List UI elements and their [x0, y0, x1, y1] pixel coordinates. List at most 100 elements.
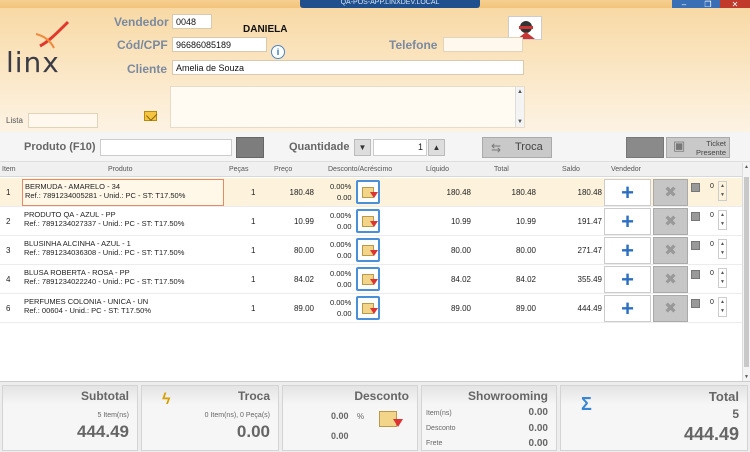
produto-search-button[interactable]	[236, 137, 264, 158]
total-count: 5	[732, 407, 739, 421]
row-checkbox[interactable]	[691, 241, 700, 250]
row-stepper[interactable]: ▲ ▼	[718, 268, 727, 288]
table-row[interactable]: 3 BLUSINHA ALCINHA - AZUL - 1 Ref.: 789123…	[0, 236, 742, 265]
row-product[interactable]: BLUSA ROBERTA - ROSA - PP Ref.: 789123402…	[22, 266, 224, 293]
discount-icon[interactable]	[377, 407, 407, 431]
row-desc-pct: 0.00%	[330, 182, 352, 191]
table-row[interactable]: 1 BERMUDA - AMARELO - 34 Ref.: 78912340052…	[0, 178, 742, 207]
row-preco: 89.00	[293, 304, 314, 313]
telefone-label: Telefone	[389, 38, 438, 52]
table-row[interactable]: 2 PRODUTO QA - AZUL - PP Ref.: 78912340273…	[0, 207, 742, 236]
delete-icon[interactable]: ✖	[653, 295, 688, 322]
row-item-number: 3	[6, 246, 11, 255]
row-pecas: 1	[251, 246, 256, 255]
table-row[interactable]: 4 BLUSA ROBERTA - ROSA - PP Ref.: 78912340…	[0, 265, 742, 294]
row-product[interactable]: BLUSINHA ALCINHA - AZUL - 1 Ref.: 7891234…	[22, 237, 224, 264]
col-produto: Produto	[108, 166, 133, 173]
delete-icon[interactable]: ✖	[653, 237, 688, 264]
row-liquido: 180.48	[446, 188, 471, 197]
scroll-up-icon[interactable]: ▲	[517, 89, 523, 95]
row-liquido: 89.00	[450, 304, 471, 313]
troca-button[interactable]: ⇆ Troca	[482, 137, 552, 158]
delete-icon[interactable]: ✖	[653, 179, 688, 206]
row-stepper[interactable]: ▲ ▼	[718, 210, 727, 230]
row-mini-value: 0	[710, 183, 714, 190]
quantity-increase-button[interactable]: ▲	[428, 139, 445, 156]
row-mini-value: 0	[710, 270, 714, 277]
table-row[interactable]: 6 PERFUMES COLONIA - UNICA - UN Ref.: 0060…	[0, 294, 742, 323]
mail-icon[interactable]	[144, 111, 157, 121]
row-checkbox[interactable]	[691, 270, 700, 279]
add-icon[interactable]: +	[604, 179, 651, 206]
row-preco: 10.99	[293, 217, 314, 226]
linx-logo: linx	[6, 46, 60, 79]
discount-icon[interactable]	[356, 180, 380, 204]
showrooming-item-label: Item(ns)	[426, 410, 452, 417]
blank-action-button[interactable]	[626, 137, 664, 158]
discount-icon[interactable]	[356, 296, 380, 320]
row-saldo: 180.48	[577, 188, 602, 197]
troca-title: Troca	[237, 389, 270, 403]
showrooming-item-value: 0.00	[528, 407, 548, 418]
notes-scrollbar[interactable]: ▲ ▼	[515, 87, 524, 127]
discount-icon[interactable]	[356, 238, 380, 262]
telefone-field[interactable]	[443, 37, 523, 52]
produto-input[interactable]	[100, 139, 232, 156]
discount-icon[interactable]	[356, 209, 380, 233]
table-scrollbar[interactable]: ▲ ▼	[742, 163, 750, 381]
row-desc-value: 0.00	[337, 193, 352, 202]
cpf-field[interactable]: 96686085189	[172, 37, 267, 52]
row-product[interactable]: PRODUTO QA - AZUL - PP Ref.: 789123402733…	[22, 208, 224, 235]
row-product[interactable]: PERFUMES COLONIA - UNICA - UN Ref.: 00604…	[22, 295, 224, 322]
col-saldo: Saldo	[562, 166, 580, 173]
troca-items: 0 Item(ns), 0 Peça(s)	[204, 412, 270, 419]
row-product-ref: Ref.: 7891234022240 - Unid.: PC - ST: T1…	[24, 277, 185, 286]
col-total: Total	[494, 166, 509, 173]
row-stepper[interactable]: ▲ ▼	[718, 239, 727, 259]
quantity-decrease-button[interactable]: ▼	[354, 139, 371, 156]
cliente-field[interactable]: Amelia de Souza	[172, 60, 524, 75]
delete-icon[interactable]: ✖	[653, 208, 688, 235]
row-item-number: 1	[6, 188, 11, 197]
scroll-down-icon[interactable]: ▼	[744, 374, 749, 380]
total-value: 444.49	[683, 424, 739, 444]
desconto-title: Desconto	[354, 389, 409, 403]
quantity-input[interactable]: 1	[373, 139, 427, 156]
scroll-down-icon[interactable]: ▼	[517, 119, 523, 125]
row-checkbox[interactable]	[691, 183, 700, 192]
row-preco: 84.02	[293, 275, 314, 284]
troca-value: 0.00	[236, 422, 270, 441]
notes-area[interactable]: ▲ ▼	[170, 86, 525, 128]
row-total: 10.99	[515, 217, 536, 226]
col-liquido: Líquido	[426, 166, 449, 173]
product-entry-bar: Produto (F10) Quantidade ▼ 1 ▲ ⇆ Troca ▣…	[0, 132, 750, 162]
add-icon[interactable]: +	[604, 237, 651, 264]
row-checkbox[interactable]	[691, 299, 700, 308]
row-mini-value: 0	[710, 299, 714, 306]
discount-icon[interactable]	[356, 267, 380, 291]
showrooming-panel: Showrooming Item(ns) 0.00 Desconto 0.00 …	[421, 385, 557, 451]
row-product[interactable]: BERMUDA - AMARELO - 34 Ref.: 789123400528…	[22, 179, 224, 206]
scrollbar-thumb[interactable]	[744, 177, 749, 367]
row-stepper[interactable]: ▲ ▼	[718, 181, 727, 201]
row-saldo: 444.49	[577, 304, 602, 313]
add-icon[interactable]: +	[604, 295, 651, 322]
row-desc-value: 0.00	[337, 309, 352, 318]
delete-icon[interactable]: ✖	[653, 266, 688, 293]
row-total: 80.00	[515, 246, 536, 255]
row-preco: 180.48	[289, 188, 314, 197]
add-icon[interactable]: +	[604, 266, 651, 293]
lista-field[interactable]	[28, 113, 98, 128]
showrooming-title: Showrooming	[468, 389, 548, 403]
row-stepper[interactable]: ▲ ▼	[718, 297, 727, 317]
row-item-number: 6	[6, 304, 11, 313]
add-icon[interactable]: +	[604, 208, 651, 235]
subtotal-value: 444.49	[77, 422, 129, 441]
ticket-presente-button[interactable]: ▣ Ticket Presente	[666, 137, 730, 158]
scroll-up-icon[interactable]: ▲	[744, 164, 749, 170]
row-checkbox[interactable]	[691, 212, 700, 221]
cliente-label: Cliente	[127, 62, 168, 76]
info-icon[interactable]: i	[271, 45, 285, 59]
total-title: Total	[708, 389, 739, 404]
vendedor-code-field[interactable]: 0048	[172, 14, 212, 29]
